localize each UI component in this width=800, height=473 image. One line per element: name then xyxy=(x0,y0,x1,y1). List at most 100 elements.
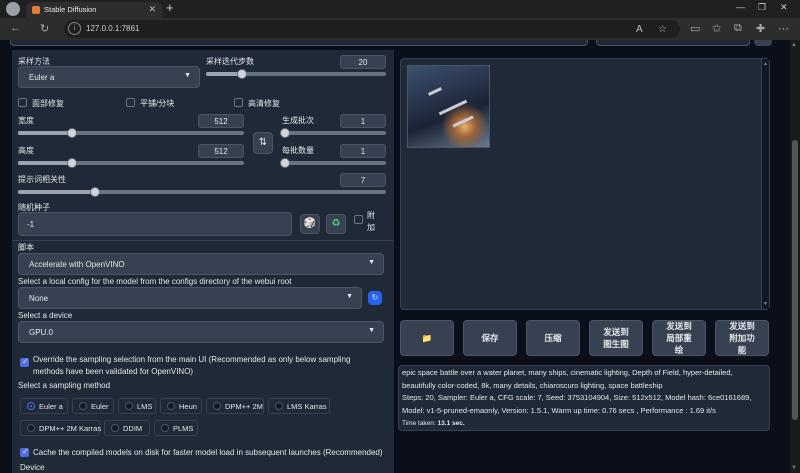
site-info-icon[interactable]: i xyxy=(68,22,81,35)
address-bar[interactable]: i 127.0.0.1:7861 A ☆ xyxy=(64,20,680,38)
recycle-icon: ♻ xyxy=(331,218,341,229)
prompt-text: epic space battle over a water planet, m… xyxy=(402,368,733,390)
radio-ddim[interactable]: DDIM xyxy=(104,420,150,436)
extensions-icon[interactable]: ✚ xyxy=(756,22,765,35)
profile-avatar[interactable] xyxy=(6,2,20,16)
time-taken: Time taken: 13.1 sec. xyxy=(402,418,766,431)
override-sampling-checkbox[interactable] xyxy=(20,357,29,367)
tiling-checkbox[interactable] xyxy=(126,98,135,107)
config-value: None xyxy=(29,294,49,303)
cache-models-checkbox[interactable] xyxy=(20,447,29,457)
script-value: Accelerate with OpenVINO xyxy=(29,260,125,269)
save-button[interactable]: 保存 xyxy=(463,320,517,356)
browser-navbar: ← ↻ i 127.0.0.1:7861 A ☆ ▭ ✩ ⧉ ✚ ⋯ xyxy=(0,18,800,40)
browser-tab[interactable]: Stable Diffusion ✕ xyxy=(26,2,162,18)
extra-seed-checkbox[interactable] xyxy=(354,215,363,224)
height-label: 高度 xyxy=(18,146,34,155)
width-input[interactable]: 512 xyxy=(198,114,244,128)
override-sampling-label: Override the sampling selection from the… xyxy=(33,355,351,376)
radio-euler[interactable]: Euler xyxy=(72,398,114,414)
browser-titlebar: Stable Diffusion ✕ + — ❐ ✕ xyxy=(0,0,800,18)
divider xyxy=(12,240,394,241)
cfg-scale-input[interactable]: 7 xyxy=(340,173,386,187)
folder-icon: 📁 xyxy=(421,333,433,343)
back-icon[interactable]: ← xyxy=(10,22,21,34)
config-dropdown[interactable]: None ▼ xyxy=(18,287,362,309)
zip-button[interactable]: 压缩 xyxy=(526,320,580,356)
radio-dpm-2m-karras[interactable]: DPM++ 2M Karras xyxy=(20,420,101,436)
width-label: 宽度 xyxy=(18,116,34,125)
batch-count-label: 生成批次 xyxy=(282,116,314,125)
generation-info-panel: epic space battle over a water planet, m… xyxy=(398,365,770,431)
split-screen-icon[interactable]: ▭ xyxy=(690,22,700,35)
height-input[interactable]: 512 xyxy=(198,144,244,158)
tiling-label: 平铺/分块 xyxy=(140,99,175,108)
device-label: Select a device xyxy=(18,311,73,320)
scroll-up-icon[interactable]: ▲ xyxy=(791,42,797,48)
maximize-icon[interactable]: ❐ xyxy=(758,2,766,13)
extra-label: 附加 xyxy=(367,211,375,232)
device-value: GPU.0 xyxy=(29,328,54,337)
refresh-icon[interactable]: ↻ xyxy=(40,22,49,35)
more-menu-icon[interactable]: ⋯ xyxy=(778,22,789,35)
script-dropdown[interactable]: Accelerate with OpenVINO ▼ xyxy=(18,253,384,275)
prompt-box-edge[interactable] xyxy=(10,40,588,46)
sampler-dropdown[interactable]: Euler a ▼ xyxy=(18,66,200,88)
radio-dpm-2m[interactable]: DPM++ 2M xyxy=(206,398,264,414)
batch-count-input[interactable]: 1 xyxy=(340,114,386,128)
steps-input[interactable]: 20 xyxy=(340,55,386,69)
radio-euler-a[interactable]: Euler a xyxy=(20,398,68,414)
page-scrollbar[interactable]: ▲ ▼ xyxy=(790,40,800,473)
close-tab-icon[interactable]: ✕ xyxy=(148,4,156,15)
send-to-inpaint-button[interactable]: 发送到局部重绘 xyxy=(652,320,706,356)
favorite-star-icon[interactable]: ☆ xyxy=(658,24,667,35)
negative-prompt-edge[interactable] xyxy=(596,40,750,46)
chevron-down-icon: ▼ xyxy=(184,72,191,79)
page-scrollbar-thumb[interactable] xyxy=(792,140,798,420)
reuse-seed-button[interactable]: ♻ xyxy=(326,214,346,234)
send-to-extras-button[interactable]: 发送到附加功能 xyxy=(715,320,769,356)
refresh-config-button[interactable]: ↻ xyxy=(368,291,382,305)
window-close-icon[interactable]: ✕ xyxy=(780,2,788,13)
top-action-button[interactable] xyxy=(754,40,772,46)
radio-lms-karras[interactable]: LMS Karras xyxy=(268,398,330,414)
batch-size-slider[interactable] xyxy=(280,158,386,168)
gallery-scrollbar[interactable]: ▲ ▼ xyxy=(761,59,769,309)
open-folder-button[interactable]: 📁 xyxy=(400,320,454,356)
script-label: 脚本 xyxy=(18,243,34,252)
send-to-img2img-button[interactable]: 发送到图生图 xyxy=(589,320,643,356)
sampling-method-label: Select a sampling method xyxy=(18,381,111,390)
favorites-icon[interactable]: ✩ xyxy=(712,22,721,35)
favicon-icon xyxy=(32,6,40,14)
cache-models-label: Cache the compiled models on disk for fa… xyxy=(33,448,383,457)
cfg-scale-slider[interactable] xyxy=(18,187,386,197)
width-slider[interactable] xyxy=(18,128,244,138)
steps-slider-handle[interactable] xyxy=(237,69,247,79)
batch-size-input[interactable]: 1 xyxy=(340,144,386,158)
address-url[interactable]: 127.0.0.1:7861 xyxy=(86,24,139,33)
read-aloud-icon[interactable]: A xyxy=(636,24,643,35)
collections-icon[interactable]: ⧉ xyxy=(734,22,742,35)
batch-count-slider[interactable] xyxy=(280,128,386,138)
random-seed-button[interactable]: 🎲 xyxy=(300,214,320,234)
scroll-down-icon[interactable]: ▼ xyxy=(791,465,797,471)
dice-icon: 🎲 xyxy=(303,218,317,229)
swap-dimensions-button[interactable]: ⇅ xyxy=(253,132,273,154)
height-slider[interactable] xyxy=(18,158,244,168)
steps-slider[interactable] xyxy=(206,69,386,79)
face-restore-label: 面部修复 xyxy=(32,99,64,108)
radio-heun[interactable]: Heun xyxy=(160,398,202,414)
chevron-down-icon: ▼ xyxy=(346,293,353,300)
config-label: Select a local config for the model from… xyxy=(18,277,292,286)
hires-fix-checkbox[interactable] xyxy=(234,98,243,107)
new-tab-button[interactable]: + xyxy=(166,0,174,15)
face-restore-checkbox[interactable] xyxy=(18,98,27,107)
seed-input[interactable]: -1 xyxy=(18,212,292,236)
minimize-icon[interactable]: — xyxy=(736,2,745,12)
radio-lms[interactable]: LMS xyxy=(118,398,156,414)
seed-value: -1 xyxy=(27,220,35,229)
generated-image-thumbnail[interactable] xyxy=(407,65,490,148)
tab-title: Stable Diffusion xyxy=(44,5,97,14)
radio-plms[interactable]: PLMS xyxy=(154,420,198,436)
device-dropdown[interactable]: GPU.0 ▼ xyxy=(18,321,384,343)
